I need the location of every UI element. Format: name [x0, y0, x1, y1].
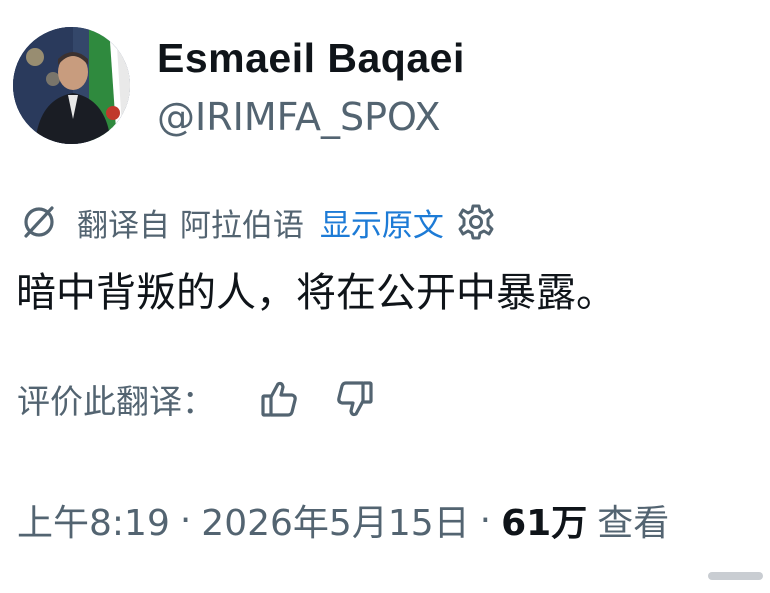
separator-dot: ·	[479, 499, 492, 541]
translated-from-label: 翻译自 阿拉伯语	[77, 207, 304, 244]
separator-dot: ·	[179, 499, 192, 541]
translation-bar: 翻译自 阿拉伯语 显示原文	[17, 200, 498, 244]
home-indicator	[708, 572, 763, 580]
avatar[interactable]	[13, 27, 130, 144]
post-date[interactable]: 2026年5月15日	[201, 494, 469, 546]
tweet-meta: 上午8:19 · 2026年5月15日 · 61万 查看	[17, 495, 669, 545]
thumbs-down-icon[interactable]	[331, 375, 379, 423]
post-time[interactable]: 上午8:19	[17, 494, 170, 546]
thumbs-up-icon[interactable]	[255, 375, 303, 423]
tweet-text: 暗中背叛的人，将在公开中暴露。	[16, 270, 616, 316]
translate-icon	[17, 200, 61, 244]
rate-translation-bar: 评价此翻译：	[17, 375, 379, 423]
views-count: 61万	[501, 503, 588, 544]
user-handle[interactable]: @IRIMFA_SPOX	[157, 94, 441, 140]
display-name[interactable]: Esmaeil Baqaei	[157, 34, 465, 82]
gear-icon[interactable]	[454, 200, 498, 244]
views-label: 查看	[597, 503, 670, 544]
profile-photo	[13, 27, 130, 144]
show-original-link[interactable]: 显示原文	[320, 200, 444, 245]
rate-translation-label: 评价此翻译：	[17, 382, 215, 421]
